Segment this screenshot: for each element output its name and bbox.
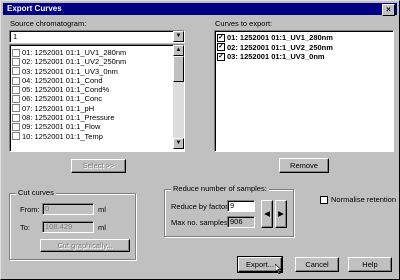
list-item[interactable]: 10: 1252001 01:1_Temp [12, 132, 172, 141]
cut-curves-title: Cut curves [16, 188, 56, 197]
list-item-label: 10: 1252001 01:1_Temp [22, 131, 103, 141]
reduce-factor-label: Reduce by factor: [171, 202, 230, 211]
export-curves-dialog: Export Curves × Source chromatogram: 1 ▼… [0, 0, 400, 280]
close-button[interactable]: × [382, 4, 395, 16]
list-item[interactable]: 05: 1252001 01:1_Cond% [12, 85, 172, 94]
source-chromatogram-combo[interactable]: 1 ▼ [9, 30, 185, 43]
list-item-label: 01: 1252001 01:1_UV1_280nm [227, 33, 333, 42]
list-item-label: 02: 1252001 01:1_UV2_250nm [22, 57, 127, 67]
chevron-down-icon: ▼ [175, 33, 182, 39]
checked-checkbox[interactable]: ✓ [217, 33, 225, 42]
to-unit: ml [98, 223, 106, 232]
list-item[interactable]: 08: 1252001 01:1_Pressure [12, 113, 172, 122]
list-item[interactable]: 09: 1252001 01:1_Flow [12, 122, 172, 131]
checkbox[interactable] [12, 123, 20, 132]
checked-checkbox[interactable]: ✓ [217, 52, 225, 61]
checkbox[interactable] [12, 48, 20, 57]
mouse-pointer-icon [274, 263, 283, 275]
curves-to-export-label: Curves to export: [215, 19, 273, 28]
vertical-scrollbar[interactable]: ▲ ▼ [173, 45, 184, 149]
from-label: From: [20, 205, 40, 214]
checkbox[interactable] [320, 195, 328, 204]
combo-dropdown-button[interactable]: ▼ [173, 31, 184, 42]
normalise-retention-option[interactable]: Normalise retention [320, 195, 396, 204]
list-item-label: 07: 1252001 01:1_pH [22, 103, 95, 113]
remove-button[interactable]: Remove [279, 158, 329, 173]
checkbox[interactable] [12, 76, 20, 85]
checkbox[interactable] [12, 95, 20, 104]
export-list-items: ✓ 01: 1252001 01:1_UV1_280nm ✓ 02: 1252001… [217, 33, 389, 62]
list-item-label: 05: 1252001 01:1_Cond% [22, 85, 110, 95]
list-item[interactable]: 02: 1252001 01:1_UV2_250nm [12, 57, 172, 66]
reduce-samples-title: Reduce number of samples: [171, 184, 269, 193]
from-field[interactable]: 0 [42, 203, 94, 215]
checkbox[interactable] [12, 113, 20, 122]
source-chromatogram-label: Source chromatogram: [10, 19, 87, 28]
list-item[interactable]: 07: 1252001 01:1_pH [12, 104, 172, 113]
max-samples-field: 906 [227, 216, 255, 228]
list-item[interactable]: ✓ 03: 1252001 01:1_UV3_0nm [217, 52, 389, 62]
help-button[interactable]: Help [348, 257, 392, 272]
export-curves-list[interactable]: ✓ 01: 1252001 01:1_UV1_280nm ✓ 02: 1252001… [214, 30, 394, 152]
reduce-factor-field[interactable]: 9 [227, 200, 255, 212]
from-unit: ml [98, 205, 106, 214]
checkbox[interactable] [12, 104, 20, 113]
cut-curves-group: Cut curves From: 0 ml To: 108.429 ml Cut… [9, 188, 136, 260]
max-samples-label: Max no. samples: [171, 218, 230, 227]
source-chromatogram-value: 1 [13, 32, 18, 41]
checked-checkbox[interactable]: ✓ [217, 43, 225, 52]
list-item[interactable]: ✓ 01: 1252001 01:1_UV1_280nm [217, 33, 389, 43]
list-item[interactable]: ✓ 02: 1252001 01:1_UV2_250nm [217, 43, 389, 53]
arrow-left-icon: ◀ [264, 209, 270, 218]
list-item-label: 03: 1252001 01:1_UV3_0nm [22, 66, 118, 76]
list-item-label: 04: 1252001 01:1_Cond [22, 75, 103, 85]
list-item-label: 02: 1252001 01:1_UV2_250nm [227, 42, 333, 52]
increase-button[interactable]: ▶ [275, 200, 287, 228]
checkbox[interactable] [12, 67, 20, 76]
scrollbar-thumb[interactable] [173, 56, 184, 82]
source-curves-list[interactable]: 01: 1252001 01:1_UV1_280nm 02: 1252001 0… [9, 44, 185, 152]
checkbox[interactable] [12, 132, 20, 141]
list-item-label: 08: 1252001 01:1_Pressure [22, 113, 115, 123]
list-item[interactable]: 06: 1252001 01:1_Conc [12, 94, 172, 103]
list-item[interactable]: 04: 1252001 01:1_Cond [12, 76, 172, 85]
list-item[interactable]: 01: 1252001 01:1_UV1_280nm [12, 48, 172, 57]
cut-graphically-button[interactable]: Cut graphically... [40, 239, 130, 252]
list-item[interactable]: 03: 1252001 01:1_UV3_0nm [12, 67, 172, 76]
reduce-samples-group: Reduce number of samples: Reduce by fact… [164, 184, 294, 237]
checkbox[interactable] [12, 85, 20, 94]
title-bar: Export Curves × [3, 3, 397, 16]
select-button[interactable]: Select >> [71, 159, 126, 173]
to-field[interactable]: 108.429 [42, 221, 94, 233]
list-item-label: 01: 1252001 01:1_UV1_280nm [22, 48, 127, 57]
to-label: To: [20, 223, 31, 232]
arrow-right-icon: ▶ [278, 209, 284, 218]
list-item-label: 03: 1252001 01:1_UV3_0nm [227, 52, 325, 61]
scroll-down-button[interactable]: ▼ [173, 138, 184, 149]
decrease-button[interactable]: ◀ [261, 200, 273, 228]
list-item-label: 06: 1252001 01:1_Conc [22, 94, 103, 104]
chevron-down-icon: ▼ [175, 140, 182, 146]
cancel-button[interactable]: Cancel [295, 257, 339, 272]
chevron-up-icon: ▲ [175, 47, 182, 53]
scroll-up-button[interactable]: ▲ [173, 45, 184, 56]
export-button-label: Export... [246, 260, 274, 269]
normalise-retention-label: Normalise retention [331, 195, 397, 204]
checkbox[interactable] [12, 57, 20, 66]
source-list-items: 01: 1252001 01:1_UV1_280nm 02: 1252001 0… [12, 48, 172, 141]
list-item-label: 09: 1252001 01:1_Flow [22, 122, 101, 132]
dialog-title: Export Curves [7, 4, 62, 13]
